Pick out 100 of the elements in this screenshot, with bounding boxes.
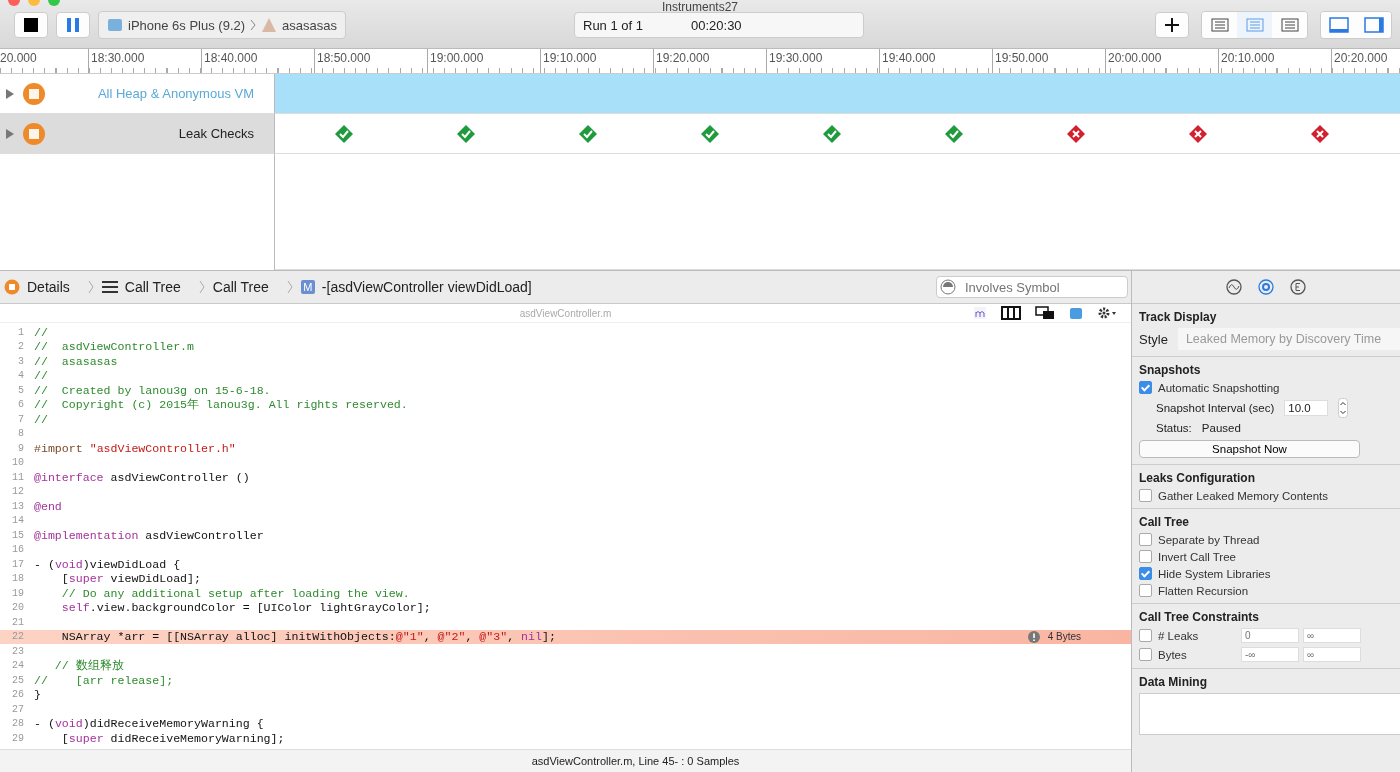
leak-annotation: 4 Bytes <box>1027 630 1081 643</box>
view-toggle[interactable] <box>1272 12 1307 38</box>
option-label: Flatten Recursion <box>1158 584 1249 597</box>
search-field[interactable]: Involves Symbol <box>936 276 1128 298</box>
track-header[interactable]: Leak Checks <box>0 114 275 154</box>
view-toggle[interactable] <box>1202 12 1237 38</box>
code-line: // <box>34 369 48 383</box>
stop-button[interactable] <box>14 12 48 38</box>
pause-icon <box>67 18 79 32</box>
stepper-icon[interactable] <box>1338 398 1349 418</box>
add-button[interactable] <box>1155 12 1189 38</box>
leak-found-icon[interactable] <box>1067 124 1085 143</box>
checkbox[interactable] <box>1139 550 1152 563</box>
breadcrumb[interactable]: Call Tree <box>101 279 181 295</box>
no-leak-icon[interactable] <box>701 124 719 143</box>
list-icon <box>1245 18 1264 32</box>
option-label: Bytes <box>1158 648 1187 661</box>
line-number: 20 <box>11 602 24 614</box>
view-toggle[interactable] <box>1237 12 1272 38</box>
panel-toggle[interactable] <box>1321 12 1356 38</box>
status-value: Paused <box>1201 422 1241 434</box>
breadcrumb[interactable]: Call Tree <box>212 279 269 295</box>
app-icon[interactable] <box>1069 306 1083 320</box>
columns-icon[interactable] <box>1001 306 1021 320</box>
checkbox[interactable] <box>1139 629 1152 642</box>
checkbox[interactable] <box>1139 381 1152 394</box>
section-title: Call Tree <box>1139 515 1191 529</box>
line-number: 22 <box>11 631 24 643</box>
no-leak-icon[interactable] <box>457 124 475 143</box>
line-number: 18 <box>11 573 24 585</box>
info-tab[interactable] <box>1290 279 1306 295</box>
chevron-icon <box>198 280 205 294</box>
code-line: [super viewDidLoad]; <box>60 572 201 586</box>
option-label: Invert Call Tree <box>1158 550 1236 563</box>
line-number: 10 <box>11 457 24 469</box>
code-line: // 数组释放 <box>53 658 124 674</box>
disclosure-icon[interactable] <box>6 88 14 99</box>
panel-segmented-control[interactable] <box>1320 11 1392 39</box>
breadcrumb[interactable]: M -[asdViewController viewDidLoad] <box>300 279 532 295</box>
settings-tab[interactable] <box>1258 279 1274 295</box>
checkbox[interactable] <box>1139 533 1152 546</box>
time-label: 19:30.000 <box>769 51 823 65</box>
checkbox[interactable] <box>1139 584 1152 597</box>
leak-found-icon[interactable] <box>1189 124 1207 143</box>
instrument-icon <box>4 279 20 295</box>
line-number: 24 <box>11 660 24 672</box>
windows-icon[interactable] <box>1035 306 1055 320</box>
code-line: // [arr release]; <box>34 673 174 687</box>
plus-icon <box>1165 18 1179 32</box>
breadcrumb[interactable]: Details <box>4 279 70 295</box>
disclosure-icon[interactable] <box>6 128 14 139</box>
wave-tab[interactable] <box>1226 279 1242 295</box>
time-label: 19:20.000 <box>656 51 710 65</box>
line-number: 23 <box>11 645 24 657</box>
line-number: 4 <box>17 370 24 382</box>
file-type-icon[interactable] <box>973 306 987 320</box>
leak-found-icon[interactable] <box>1311 124 1329 143</box>
instrument-icon <box>22 81 46 106</box>
file-name: asdViewController.m <box>519 307 612 319</box>
line-number: 5 <box>17 384 24 396</box>
warning-icon <box>1027 630 1040 643</box>
device-icon <box>107 17 123 33</box>
code-line: // Copyright (c) 2015年 lanou3g. All rights reserved. <box>34 397 408 413</box>
time-label: 20:00.000 <box>1108 51 1162 65</box>
list-icon <box>101 281 118 293</box>
time-label: 19:00.000 <box>430 51 484 65</box>
checkbox[interactable] <box>1139 489 1152 502</box>
list-icon <box>1280 18 1299 32</box>
max-field[interactable]: ∞ <box>1303 647 1361 662</box>
chevron-icon <box>250 19 257 31</box>
no-leak-icon[interactable] <box>823 124 841 143</box>
checkbox[interactable] <box>1139 648 1152 661</box>
view-segmented-control[interactable] <box>1201 11 1308 39</box>
panel-toggle[interactable] <box>1356 12 1391 38</box>
pause-button[interactable] <box>56 12 90 38</box>
line-number: 28 <box>11 718 24 730</box>
checkbox[interactable] <box>1139 567 1152 580</box>
style-label: Style <box>1139 331 1168 347</box>
chevron-icon <box>286 280 293 294</box>
option-label: Hide System Libraries <box>1158 567 1271 580</box>
scheme-selector[interactable]: iPhone 6s Plus (9.2) asasasas <box>98 11 346 39</box>
status-bar: asdViewController.m, Line 45- : 0 Samples <box>0 749 1131 772</box>
line-number: 12 <box>11 486 24 498</box>
no-leak-icon[interactable] <box>579 124 597 143</box>
max-field[interactable]: ∞ <box>1303 628 1361 643</box>
min-field[interactable]: -∞ <box>1241 647 1299 662</box>
no-leak-icon[interactable] <box>945 124 963 143</box>
option-label: Automatic Snapshotting <box>1158 381 1280 394</box>
code-line: // asdViewController.m <box>34 340 195 354</box>
no-leak-icon[interactable] <box>335 124 353 143</box>
snapshot-now-button[interactable]: Snapshot Now <box>1139 440 1360 458</box>
time-label: 20:20.000 <box>1334 51 1388 65</box>
line-number: 9 <box>17 442 24 454</box>
option-label: Gather Leaked Memory Contents <box>1158 489 1329 502</box>
line-number: 21 <box>11 616 24 628</box>
line-number: 27 <box>11 703 24 715</box>
settings-icon[interactable] <box>1097 306 1117 320</box>
interval-field[interactable]: 10.0 <box>1284 400 1329 416</box>
min-field[interactable]: 0 <box>1241 628 1299 643</box>
section-title: Call Tree Constraints <box>1139 610 1261 624</box>
